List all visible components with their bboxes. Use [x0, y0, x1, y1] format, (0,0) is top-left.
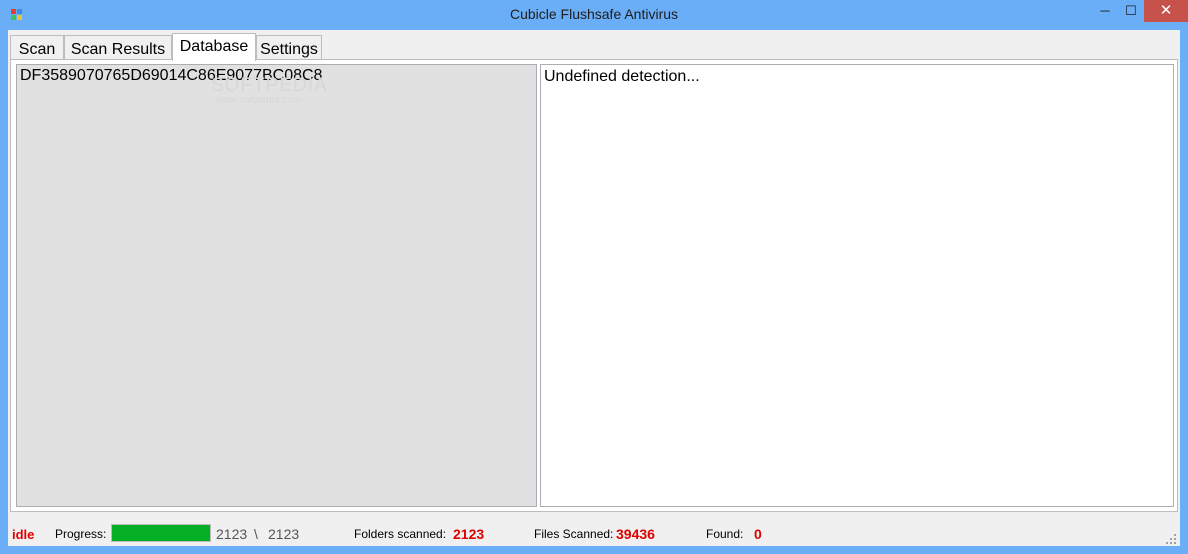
detection-detail-box[interactable]: Undefined detection...	[540, 64, 1174, 507]
minimize-button[interactable]: ─	[1092, 0, 1118, 22]
detection-detail-text: Undefined detection...	[544, 68, 700, 85]
folders-scanned-value: 2123	[453, 526, 485, 542]
signature-list[interactable]: DF3589070765D69014C86E9077BC08C8 SOFTPED…	[16, 64, 537, 507]
status-state: idle	[12, 527, 35, 542]
title-bar[interactable]: Cubicle Flushsafe Antivirus ─ ☐ ✕	[0, 0, 1188, 30]
close-button[interactable]: ✕	[1144, 0, 1188, 22]
progress-separator: \	[254, 526, 258, 542]
tab-settings[interactable]: Settings	[256, 35, 322, 60]
progress-fill	[112, 525, 210, 541]
app-window: Cubicle Flushsafe Antivirus ─ ☐ ✕ Scan S…	[0, 0, 1188, 554]
folders-scanned-label: Folders scanned:	[354, 527, 447, 541]
status-bar: idle Progress: 2123 \ 2123 Folders scann…	[8, 520, 1180, 546]
tab-database[interactable]: Database	[172, 33, 256, 61]
found-value: 0	[754, 526, 762, 542]
progress-label: Progress:	[55, 527, 107, 541]
client-area: Scan Scan Results Database Settings DF35…	[8, 30, 1180, 546]
progress-total: 2123	[268, 526, 300, 542]
found-label: Found:	[706, 527, 744, 541]
files-scanned-value: 39436	[616, 526, 655, 542]
tab-scan[interactable]: Scan	[10, 35, 64, 60]
progress-bar	[111, 524, 211, 542]
progress-current: 2123	[216, 526, 248, 542]
database-panel: DF3589070765D69014C86E9077BC08C8 SOFTPED…	[10, 59, 1178, 512]
window-title: Cubicle Flushsafe Antivirus	[509, 6, 679, 22]
files-scanned-label: Files Scanned:	[534, 527, 614, 541]
maximize-button[interactable]: ☐	[1118, 0, 1144, 22]
resize-grip-icon[interactable]	[1166, 534, 1176, 544]
tab-scan-results[interactable]: Scan Results	[64, 35, 172, 60]
watermark-logo: SOFTPEDIA	[211, 75, 328, 96]
watermark-url: www.softpedia.com	[215, 95, 302, 106]
